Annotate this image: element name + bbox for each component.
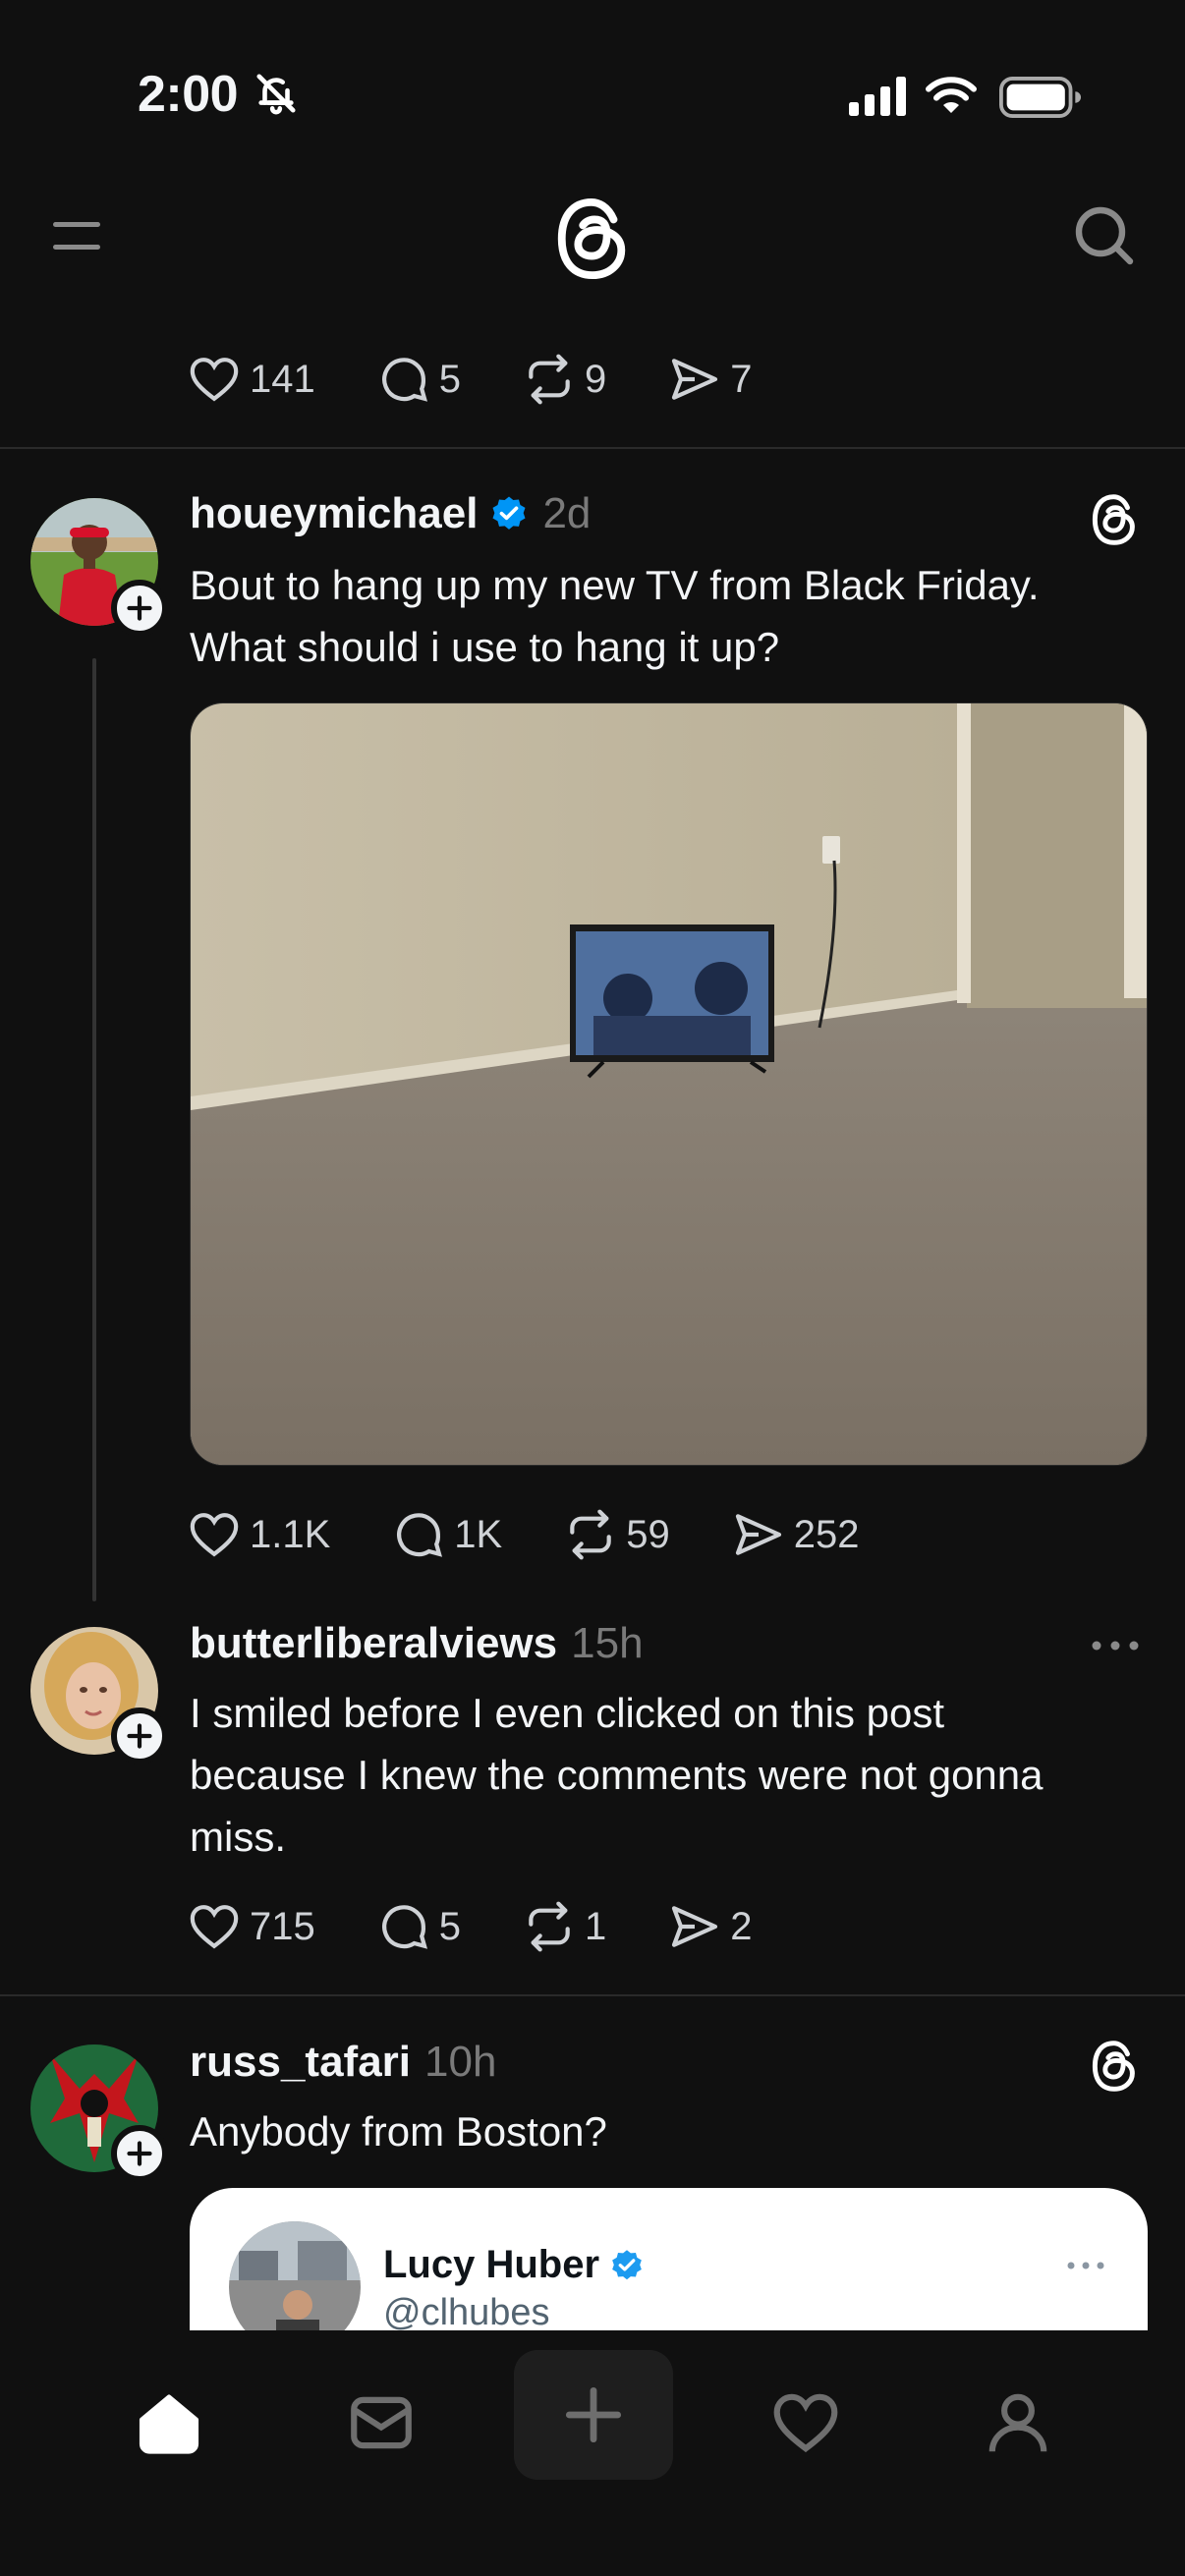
threads-logo-icon[interactable] xyxy=(1088,2040,1141,2093)
bell-slash-icon xyxy=(256,74,296,115)
like-count: 715 xyxy=(250,1904,315,1948)
comment-icon xyxy=(381,358,427,402)
share-button[interactable]: 2 xyxy=(667,1899,753,1954)
more-options-icon[interactable] xyxy=(1091,1639,1140,1652)
username[interactable]: butterliberalviews xyxy=(190,1619,557,1668)
threads-feed-screen: 2:00 141 5 9 7 houeymichael 2d Bout to h… xyxy=(0,0,1185,2576)
send-icon xyxy=(735,1514,781,1555)
home-icon xyxy=(139,2394,199,2454)
post-image-tv-on-floor[interactable] xyxy=(190,702,1148,1466)
post-text: Anybody from Boston? xyxy=(190,2100,607,2162)
wifi-icon xyxy=(926,77,977,113)
username[interactable]: houeymichael xyxy=(190,489,478,538)
post-text-line: I smiled before I even clicked on this p… xyxy=(190,1690,945,1736)
more-options-icon[interactable] xyxy=(1066,2261,1105,2270)
repost-icon xyxy=(529,354,570,405)
reply-button[interactable]: 1K xyxy=(391,1507,502,1562)
post-time: 2d xyxy=(542,489,592,537)
repost-count: 9 xyxy=(585,357,607,401)
post-header: butterliberalviews 15h xyxy=(190,1619,644,1668)
like-button[interactable]: 715 xyxy=(187,1899,315,1954)
status-time: 2:00 xyxy=(138,66,239,123)
heart-icon xyxy=(190,1905,239,1949)
heart-icon xyxy=(190,1513,239,1557)
status-bar: 2:00 xyxy=(0,0,1185,187)
like-button[interactable]: 141 xyxy=(187,352,315,407)
like-count: 141 xyxy=(250,357,315,401)
reply-count: 1K xyxy=(454,1512,503,1556)
search-icon[interactable] xyxy=(1073,204,1136,267)
thread-connector-line xyxy=(92,658,96,1601)
repost-count: 1 xyxy=(585,1904,607,1948)
repost-count: 59 xyxy=(626,1512,670,1556)
previous-post-actions: 141 5 9 7 xyxy=(187,350,814,409)
post-text-line: What should i use to hang it up? xyxy=(190,624,780,670)
like-count: 1.1K xyxy=(250,1512,331,1556)
threads-logo-icon[interactable] xyxy=(1088,493,1141,546)
plus-icon xyxy=(127,595,152,621)
verified-badge-icon xyxy=(492,496,526,530)
activity-heart-icon xyxy=(773,2393,838,2453)
share-count: 7 xyxy=(730,357,753,401)
signal-icon xyxy=(849,77,906,116)
post-text: I smiled before I even clicked on this p… xyxy=(190,1682,1044,1868)
battery-icon xyxy=(999,77,1082,118)
like-button[interactable]: 1.1K xyxy=(187,1507,330,1562)
quoted-name: Lucy Huber xyxy=(383,2243,600,2286)
heart-icon xyxy=(190,358,239,402)
send-icon xyxy=(672,359,718,400)
share-count: 2 xyxy=(730,1904,753,1948)
tab-inbox[interactable] xyxy=(332,2374,430,2472)
reply-button[interactable]: 5 xyxy=(376,352,461,407)
comment-icon xyxy=(397,1513,443,1557)
repost-button[interactable]: 59 xyxy=(563,1507,670,1562)
post-text-line: Bout to hang up my new TV from Black Fri… xyxy=(190,562,1040,608)
reply-count: 5 xyxy=(438,357,461,401)
tab-profile[interactable] xyxy=(969,2374,1067,2472)
follow-plus-button[interactable] xyxy=(111,580,168,637)
reply-count: 5 xyxy=(438,1904,461,1948)
send-icon xyxy=(672,1906,718,1947)
reply-button[interactable]: 5 xyxy=(376,1899,461,1954)
post-header: houeymichael 2d xyxy=(190,489,591,538)
post-divider xyxy=(0,1994,1185,1996)
post-text-line: Anybody from Boston? xyxy=(190,2108,607,2155)
share-count: 252 xyxy=(793,1512,860,1556)
quoted-handle: @clhubes xyxy=(383,2292,550,2333)
post-time: 15h xyxy=(571,1619,644,1667)
inbox-icon xyxy=(351,2396,412,2449)
follow-plus-button[interactable] xyxy=(111,1708,168,1764)
username[interactable]: russ_tafari xyxy=(190,2038,411,2087)
create-icon xyxy=(565,2386,622,2443)
repost-icon xyxy=(570,1509,612,1560)
threads-logo-icon[interactable] xyxy=(553,196,632,281)
tab-home[interactable] xyxy=(120,2374,218,2472)
share-button[interactable]: 252 xyxy=(731,1507,860,1562)
tab-activity[interactable] xyxy=(757,2374,855,2472)
post-text-line: miss. xyxy=(190,1814,286,1860)
post-actions: 1.1K 1K 59 252 xyxy=(187,1505,920,1564)
post-time: 10h xyxy=(424,2038,497,2086)
menu-icon[interactable] xyxy=(51,214,104,257)
verified-badge-icon xyxy=(612,2249,642,2279)
post-text-line: because I knew the comments were not gon… xyxy=(190,1752,1044,1798)
post-text: Bout to hang up my new TV from Black Fri… xyxy=(190,554,1040,678)
plus-icon xyxy=(127,1723,152,1749)
comment-icon xyxy=(381,1905,427,1949)
post-actions: 715 5 1 2 xyxy=(187,1897,814,1956)
repost-button[interactable]: 1 xyxy=(522,1899,606,1954)
share-button[interactable]: 7 xyxy=(667,352,753,407)
profile-icon xyxy=(988,2393,1047,2452)
repost-button[interactable]: 9 xyxy=(522,352,606,407)
tab-create[interactable] xyxy=(514,2350,673,2480)
follow-plus-button[interactable] xyxy=(111,2125,168,2182)
quoted-name-row: Lucy Huber xyxy=(383,2243,645,2287)
plus-icon xyxy=(127,2141,152,2166)
bottom-tab-bar xyxy=(0,2330,1185,2576)
post-header: russ_tafari 10h xyxy=(190,2038,496,2087)
repost-icon xyxy=(529,1901,570,1952)
post-divider xyxy=(0,447,1185,449)
